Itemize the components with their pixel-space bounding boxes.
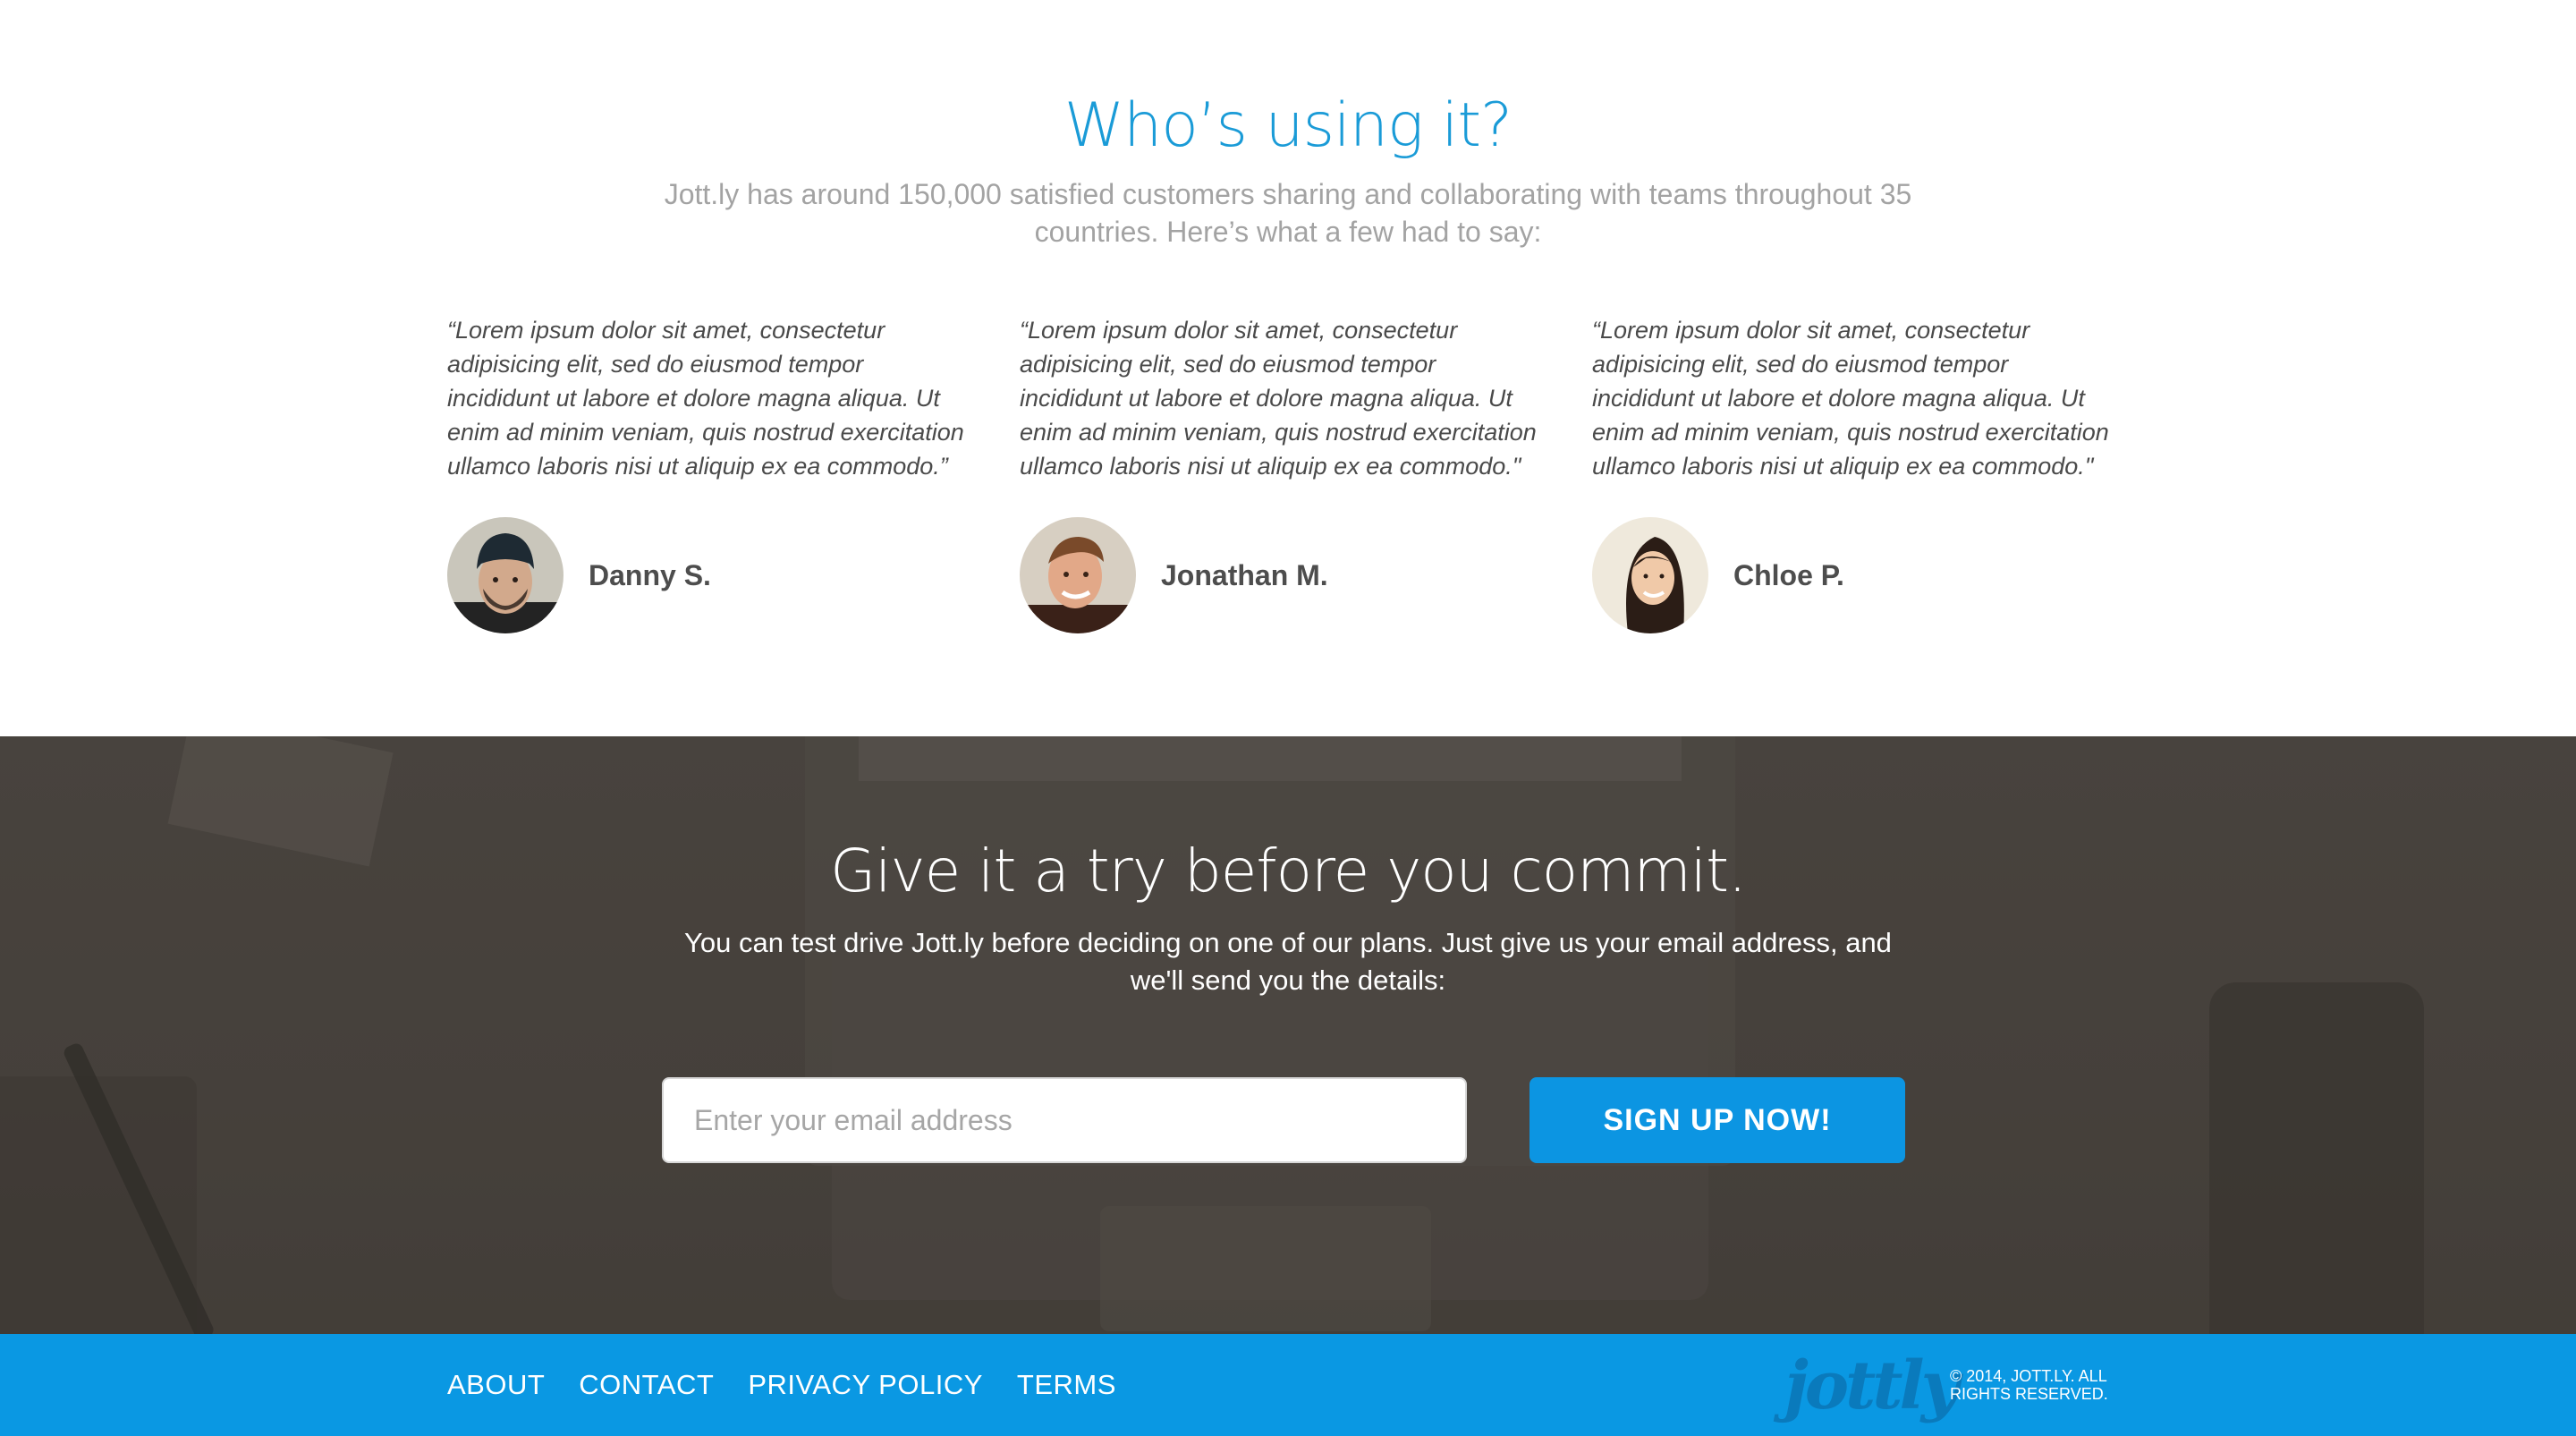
jottly-logo: jottly: [1784, 1347, 1960, 1424]
testimonial-author: Chloe P.: [1592, 517, 2111, 635]
testimonial-quote: “Lorem ipsum dolor sit amet, consectetur…: [1020, 317, 1537, 480]
background-photo: [0, 736, 2576, 1334]
footer: ABOUT CONTACT PRIVACY POLICY TERMS jottl…: [0, 1334, 2576, 1436]
section-title: Who’s using it?: [1063, 90, 1513, 161]
testimonial-card: “Lorem ipsum dolor sit amet, consectetur…: [1020, 313, 1538, 633]
footer-link-about[interactable]: ABOUT: [447, 1369, 545, 1401]
testimonial-card: “Lorem ipsum dolor sit amet, consectetur…: [1592, 313, 2111, 633]
avatar: [1020, 517, 1136, 633]
signup-title: Give it a try before you commit.: [830, 837, 1747, 905]
author-name: Chloe P.: [1733, 559, 1844, 591]
testimonial-author: Danny S.: [447, 517, 966, 635]
author-name: Jonathan M.: [1161, 559, 1328, 591]
section-subtitle: Jott.ly has around 150,000 satisfied cus…: [664, 178, 1912, 248]
testimonial-author: Jonathan M.: [1020, 517, 1538, 635]
signup-section: Give it a try before you commit. You can…: [0, 736, 2576, 1334]
email-input[interactable]: [662, 1077, 1467, 1163]
testimonial-quote: “Lorem ipsum dolor sit amet, consectetur…: [447, 317, 964, 480]
avatar: [447, 517, 564, 633]
testimonial-card: “Lorem ipsum dolor sit amet, consectetur…: [447, 313, 966, 633]
footer-link-terms[interactable]: TERMS: [1017, 1369, 1116, 1401]
author-name: Danny S.: [589, 559, 711, 591]
footer-nav: ABOUT CONTACT PRIVACY POLICY TERMS: [447, 1334, 1150, 1436]
footer-link-privacy-policy[interactable]: PRIVACY POLICY: [748, 1369, 983, 1401]
footer-link-contact[interactable]: CONTACT: [579, 1369, 714, 1401]
testimonial-quote: “Lorem ipsum dolor sit amet, consectetur…: [1592, 317, 2109, 480]
sign-up-button[interactable]: SIGN UP NOW!: [1530, 1077, 1905, 1163]
avatar: [1592, 517, 1708, 633]
testimonials-section: Who’s using it? Jott.ly has around 150,0…: [0, 0, 2576, 736]
signup-subtitle: You can test drive Jott.ly before decidi…: [684, 927, 1892, 996]
copyright-text: © 2014, JOTT.LY. ALL RIGHTS RESERVED.: [1950, 1367, 2108, 1403]
